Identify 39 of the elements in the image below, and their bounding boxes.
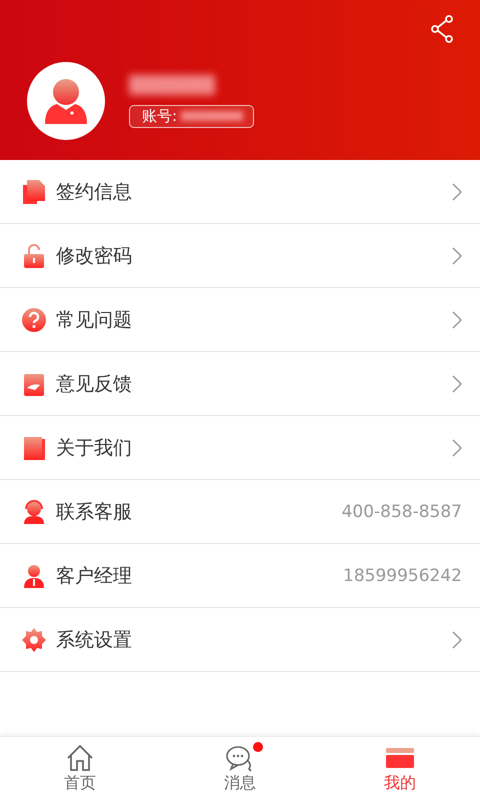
menu-row[interactable]: 系统设置 — [0, 608, 480, 672]
padlock-icon — [21, 242, 47, 268]
phone-number: 400-858-8587 — [342, 502, 462, 522]
phone-number: 18599956242 — [343, 566, 462, 586]
menu-label: 签约信息 — [56, 180, 133, 204]
menu-label: 修改密码 — [56, 244, 133, 268]
book-icon — [21, 434, 47, 460]
menu-row[interactable]: 常见问题 — [0, 288, 480, 352]
home-icon — [65, 744, 95, 772]
chevron-right-icon — [452, 438, 462, 456]
headset-icon — [21, 498, 47, 524]
chevron-right-icon — [452, 182, 462, 200]
menu-row[interactable]: 关于我们 — [0, 416, 480, 480]
redacted-account-number — [181, 111, 244, 121]
person-icon — [21, 562, 47, 588]
menu-label: 系统设置 — [56, 628, 133, 652]
question-icon — [21, 306, 47, 332]
menu-row[interactable]: 修改密码 — [0, 224, 480, 288]
chevron-right-icon — [452, 310, 462, 328]
tab[interactable]: 首页 — [0, 737, 160, 800]
menu-row[interactable]: 意见反馈 — [0, 352, 480, 416]
menu-row[interactable]: 签约信息 — [0, 160, 480, 224]
tab[interactable]: 消息 — [160, 737, 320, 800]
menu-row[interactable]: 客户经理 18599956242 — [0, 544, 480, 608]
avatar-icon — [27, 62, 105, 140]
menu-label: 客户经理 — [56, 564, 133, 588]
chevron-right-icon — [452, 374, 462, 392]
tab[interactable]: 我的 — [320, 737, 480, 800]
document-icon — [21, 178, 47, 204]
menu-label: 关于我们 — [56, 436, 133, 460]
menu-label: 意见反馈 — [56, 372, 133, 396]
menu-label: 联系客服 — [56, 500, 133, 524]
menu-row[interactable]: 联系客服 400-858-8587 — [0, 480, 480, 544]
chevron-right-icon — [452, 246, 462, 264]
share-icon[interactable] — [431, 15, 455, 43]
gear-icon — [21, 626, 47, 652]
chevron-right-icon — [452, 630, 462, 648]
account-label: 账号: — [142, 106, 178, 126]
menu-label: 常见问题 — [56, 308, 133, 332]
